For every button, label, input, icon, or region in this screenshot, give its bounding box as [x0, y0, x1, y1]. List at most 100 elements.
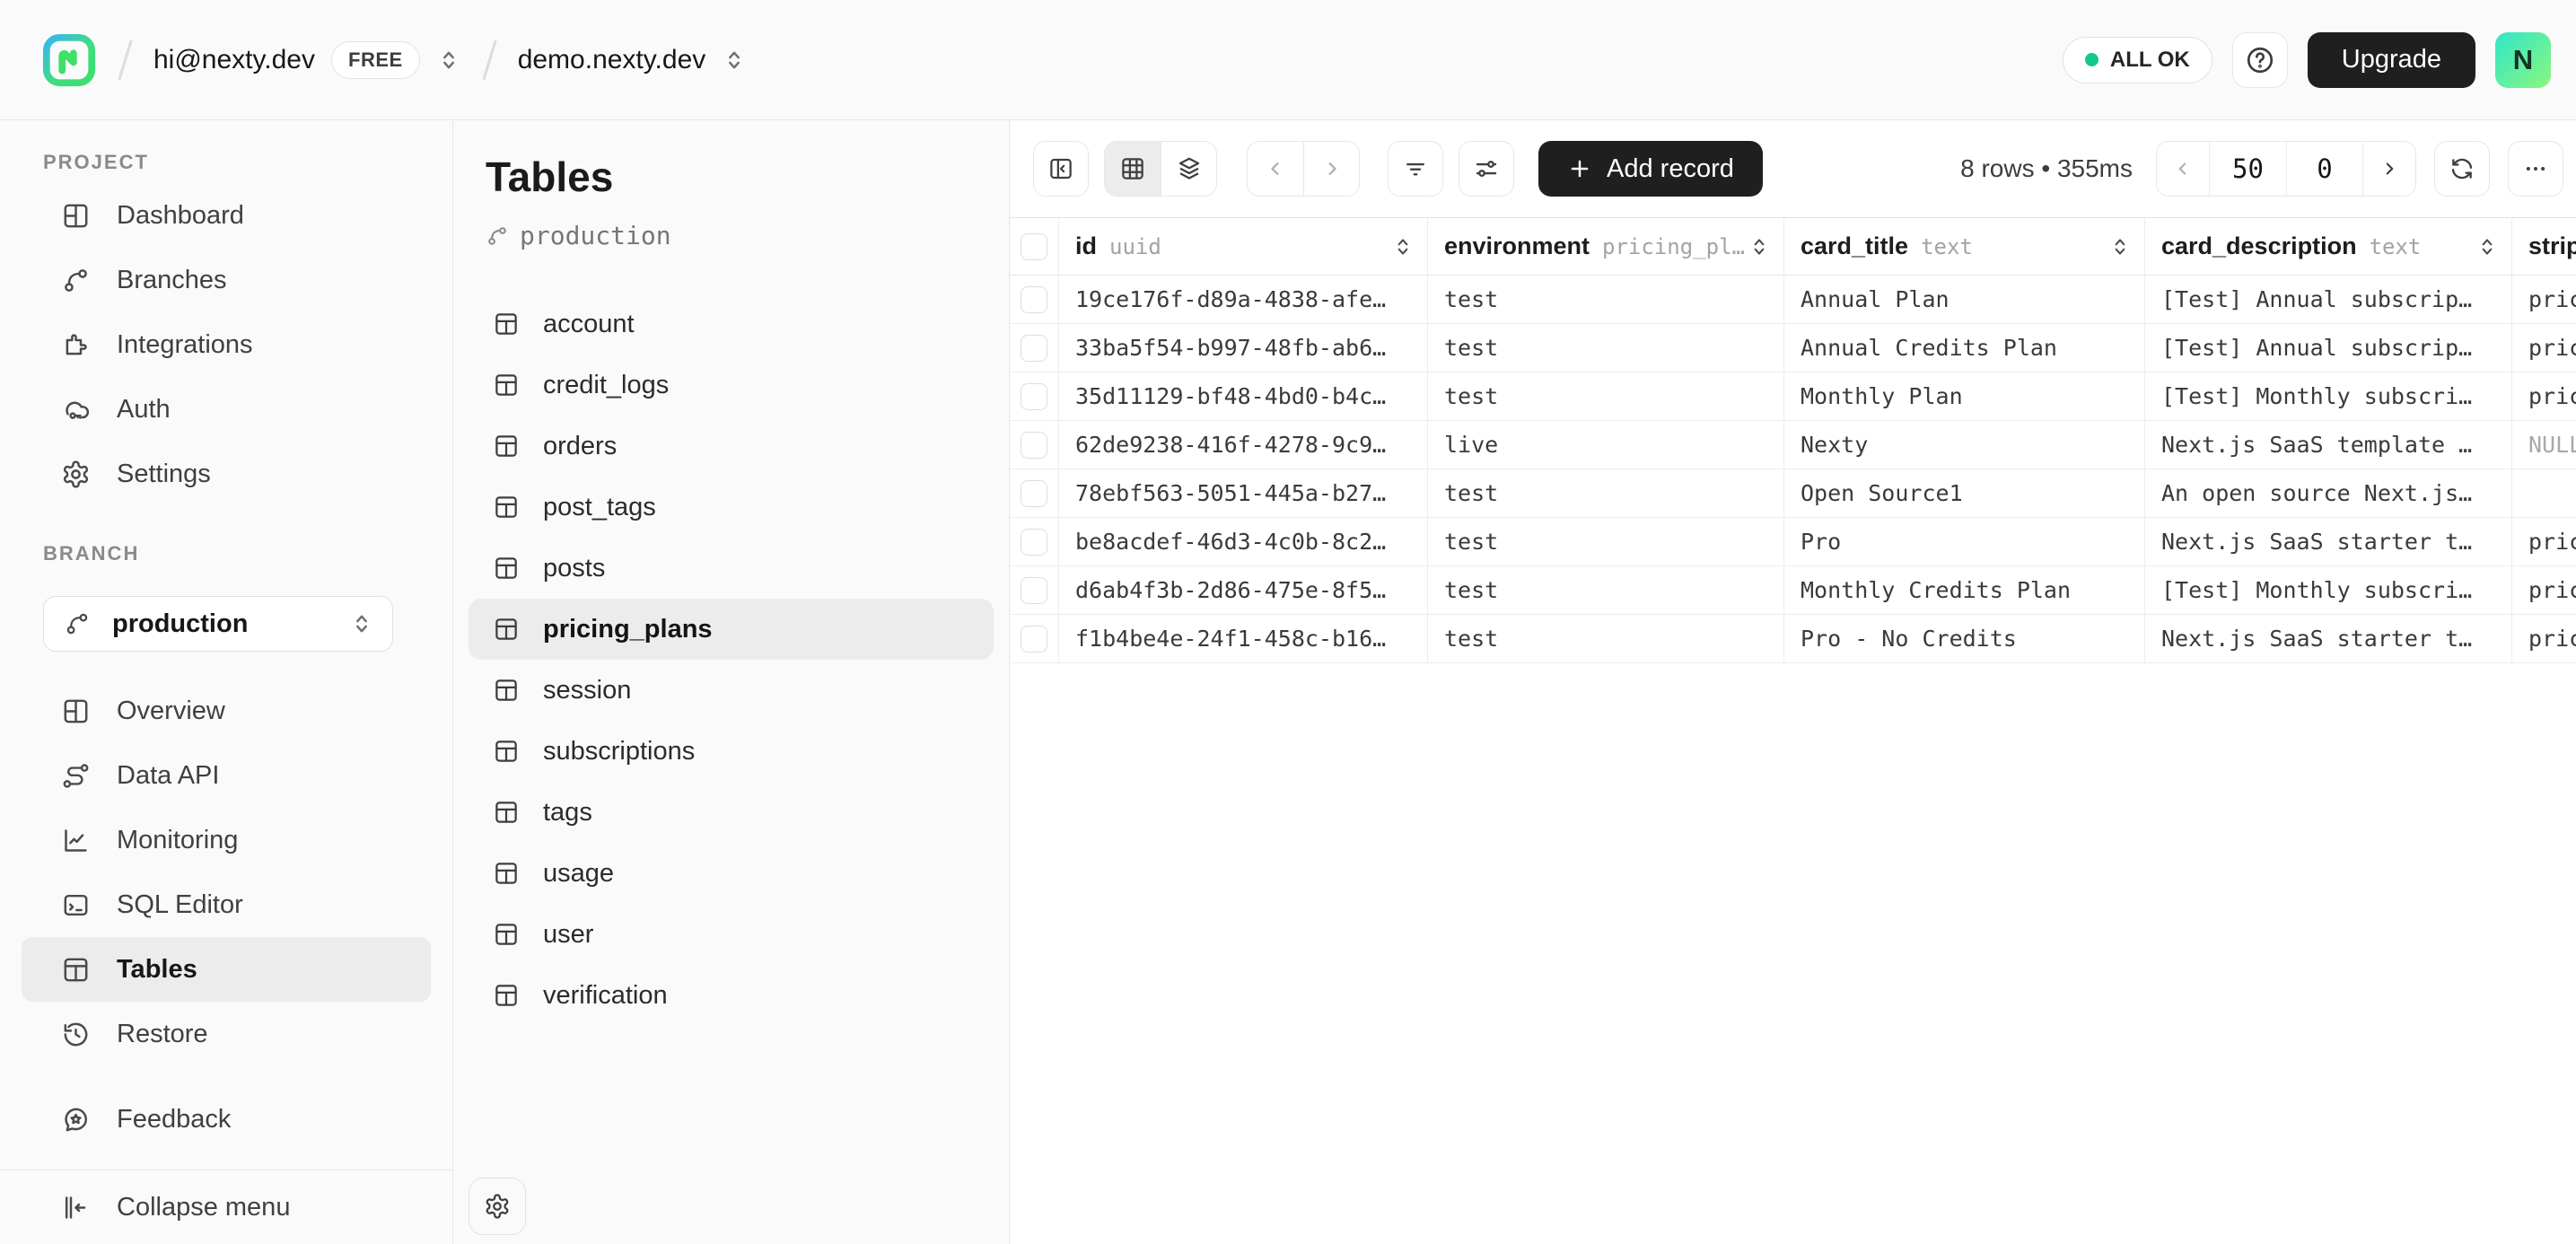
cell-environment[interactable]: test: [1428, 276, 1784, 324]
more-options-button[interactable]: [2508, 141, 2563, 197]
sidebar-item-branches[interactable]: Branches: [0, 248, 452, 312]
table-row[interactable]: be8acdef-46d3-4c0b-8c2… test Pro Next.js…: [1010, 518, 2576, 566]
sidebar-item-dashboard[interactable]: Dashboard: [0, 183, 452, 248]
row-checkbox[interactable]: [1021, 383, 1047, 410]
add-record-button[interactable]: Add record: [1538, 141, 1763, 197]
cell-card-title[interactable]: Monthly Credits Plan: [1784, 566, 2145, 615]
filter-button[interactable]: [1388, 141, 1443, 197]
cell-stripe[interactable]: price: [2512, 566, 2576, 615]
nexty-logo-icon[interactable]: [41, 32, 97, 88]
cell-environment[interactable]: test: [1428, 469, 1784, 518]
cell-stripe[interactable]: price: [2512, 372, 2576, 421]
cell-card-title[interactable]: Annual Plan: [1784, 276, 2145, 324]
page-size-input[interactable]: 50: [2209, 142, 2286, 196]
cell-card-description[interactable]: [Test] Monthly subscri…: [2145, 566, 2512, 615]
row-checkbox[interactable]: [1021, 286, 1047, 313]
upgrade-button[interactable]: Upgrade: [2308, 32, 2475, 88]
cell-environment[interactable]: test: [1428, 615, 1784, 663]
column-header-card-title[interactable]: card_title text: [1784, 218, 2145, 276]
sidebar-item-data-api[interactable]: Data API: [0, 743, 452, 808]
sidebar-item-overview[interactable]: Overview: [0, 679, 452, 743]
cell-id[interactable]: 62de9238-416f-4278-9c9…: [1059, 421, 1428, 469]
collapse-menu-button[interactable]: Collapse menu: [0, 1170, 452, 1244]
cell-id[interactable]: d6ab4f3b-2d86-475e-8f5…: [1059, 566, 1428, 615]
row-checkbox[interactable]: [1021, 577, 1047, 604]
sort-icon[interactable]: [2108, 235, 2132, 258]
cell-stripe[interactable]: price: [2512, 615, 2576, 663]
page-prev-button[interactable]: [2157, 142, 2209, 196]
help-button[interactable]: [2232, 32, 2288, 88]
cell-id[interactable]: 78ebf563-5051-445a-b27…: [1059, 469, 1428, 518]
row-checkbox[interactable]: [1021, 335, 1047, 362]
sidebar-item-integrations[interactable]: Integrations: [0, 312, 452, 377]
cell-card-description[interactable]: Next.js SaaS starter t…: [2145, 518, 2512, 566]
cell-stripe[interactable]: [2512, 469, 2576, 518]
sidebar-item-monitoring[interactable]: Monitoring: [0, 808, 452, 872]
sort-icon[interactable]: [1748, 235, 1771, 258]
table-list-item-posts[interactable]: posts: [453, 538, 1009, 599]
prev-record-button[interactable]: [1248, 142, 1303, 196]
page-next-button[interactable]: [2363, 142, 2415, 196]
table-view-button[interactable]: [1105, 142, 1161, 196]
breadcrumb-account[interactable]: hi@nexty.dev FREE: [153, 41, 461, 79]
table-row[interactable]: 19ce176f-d89a-4838-afe… test Annual Plan…: [1010, 276, 2576, 324]
cell-environment[interactable]: test: [1428, 372, 1784, 421]
table-list-item-session[interactable]: session: [453, 660, 1009, 721]
column-header-environment[interactable]: environment pricing_pl…: [1428, 218, 1784, 276]
unfold-icon[interactable]: [722, 48, 747, 73]
cell-card-description[interactable]: [Test] Monthly subscri…: [2145, 372, 2512, 421]
breadcrumb-project[interactable]: demo.nexty.dev: [518, 45, 748, 75]
branch-selector[interactable]: production: [43, 596, 393, 652]
collapse-panel-button[interactable]: [1033, 141, 1089, 197]
refresh-button[interactable]: [2434, 141, 2490, 197]
cell-environment[interactable]: test: [1428, 566, 1784, 615]
sort-settings-button[interactable]: [1459, 141, 1514, 197]
cell-environment[interactable]: test: [1428, 324, 1784, 372]
table-list-item-usage[interactable]: usage: [453, 843, 1009, 904]
cell-stripe[interactable]: price: [2512, 276, 2576, 324]
cell-card-title[interactable]: Pro - No Credits: [1784, 615, 2145, 663]
table-row[interactable]: 62de9238-416f-4278-9c9… live Nexty Next.…: [1010, 421, 2576, 469]
table-row[interactable]: f1b4be4e-24f1-458c-b16… test Pro - No Cr…: [1010, 615, 2576, 663]
sidebar-item-auth[interactable]: Auth: [0, 377, 452, 442]
table-list-item-tags[interactable]: tags: [453, 782, 1009, 843]
cell-card-description[interactable]: An open source Next.js…: [2145, 469, 2512, 518]
select-all-checkbox[interactable]: [1021, 233, 1047, 260]
table-list-item-pricing-plans[interactable]: pricing_plans: [469, 599, 994, 660]
table-list-item-account[interactable]: account: [453, 293, 1009, 355]
row-checkbox[interactable]: [1021, 529, 1047, 556]
sort-icon[interactable]: [2475, 235, 2499, 258]
column-header-id[interactable]: id uuid: [1059, 218, 1428, 276]
cell-card-description[interactable]: Next.js SaaS template …: [2145, 421, 2512, 469]
cell-stripe[interactable]: price: [2512, 518, 2576, 566]
sidebar-item-feedback[interactable]: Feedback: [0, 1087, 452, 1152]
column-header-stripe[interactable]: stripe_: [2512, 218, 2576, 276]
cell-card-title[interactable]: Open Source1: [1784, 469, 2145, 518]
sidebar-item-settings[interactable]: Settings: [0, 442, 452, 506]
cell-stripe[interactable]: NULL: [2512, 421, 2576, 469]
table-row[interactable]: 33ba5f54-b997-48fb-ab6… test Annual Cred…: [1010, 324, 2576, 372]
table-row[interactable]: 78ebf563-5051-445a-b27… test Open Source…: [1010, 469, 2576, 518]
avatar[interactable]: N: [2495, 32, 2551, 88]
cell-id[interactable]: f1b4be4e-24f1-458c-b16…: [1059, 615, 1428, 663]
layers-view-button[interactable]: [1161, 142, 1216, 196]
page-offset-input[interactable]: 0: [2286, 142, 2363, 196]
cell-card-title[interactable]: Monthly Plan: [1784, 372, 2145, 421]
cell-card-description[interactable]: [Test] Annual subscrip…: [2145, 324, 2512, 372]
cell-stripe[interactable]: price: [2512, 324, 2576, 372]
sidebar-item-restore[interactable]: Restore: [0, 1002, 452, 1066]
cell-id[interactable]: 33ba5f54-b997-48fb-ab6…: [1059, 324, 1428, 372]
cell-card-title[interactable]: Nexty: [1784, 421, 2145, 469]
table-row[interactable]: 35d11129-bf48-4bd0-b4c… test Monthly Pla…: [1010, 372, 2576, 421]
cell-environment[interactable]: test: [1428, 518, 1784, 566]
table-row[interactable]: d6ab4f3b-2d86-475e-8f5… test Monthly Cre…: [1010, 566, 2576, 615]
table-list-item-post-tags[interactable]: post_tags: [453, 477, 1009, 538]
cell-id[interactable]: be8acdef-46d3-4c0b-8c2…: [1059, 518, 1428, 566]
table-list-item-user[interactable]: user: [453, 904, 1009, 965]
row-checkbox[interactable]: [1021, 626, 1047, 653]
cell-card-description[interactable]: Next.js SaaS starter t…: [2145, 615, 2512, 663]
table-list-item-orders[interactable]: orders: [453, 416, 1009, 477]
cell-card-title[interactable]: Pro: [1784, 518, 2145, 566]
next-record-button[interactable]: [1303, 142, 1359, 196]
table-list-item-verification[interactable]: verification: [453, 965, 1009, 1026]
